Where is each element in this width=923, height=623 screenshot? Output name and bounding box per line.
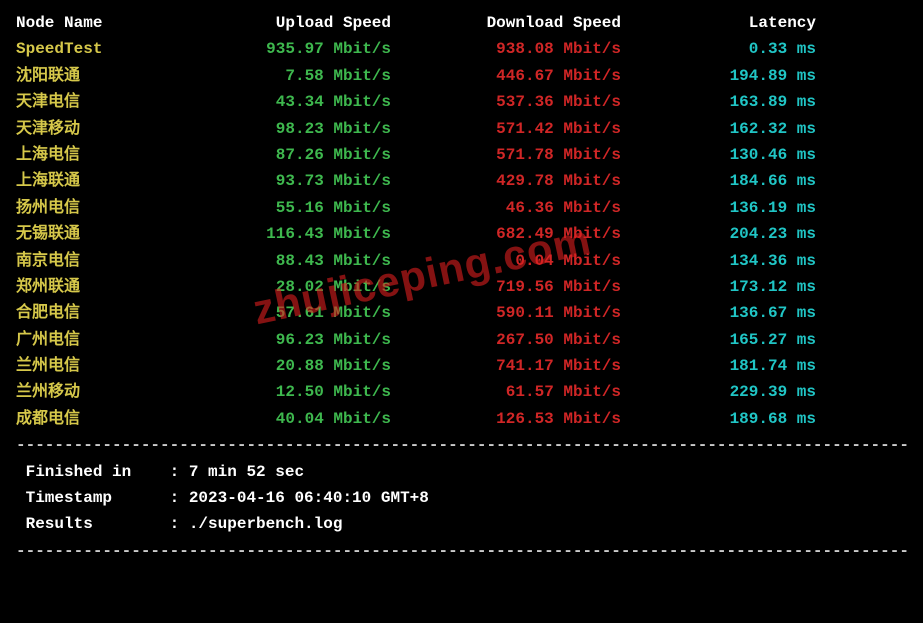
speedtest-row: SpeedTest 935.97 Mbit/s 938.08 Mbit/s 0.… <box>16 36 907 62</box>
table-row: 南京电信88.43 Mbit/s 0.04 Mbit/s 134.36 ms <box>16 248 907 274</box>
download-value: 590.11 Mbit/s <box>406 300 621 326</box>
node-name: 兰州移动 <box>16 379 176 405</box>
upload-value: 57.61 Mbit/s <box>176 300 391 326</box>
speedtest-upload: 935.97 Mbit/s <box>176 36 391 62</box>
results-label: Results : <box>16 515 189 533</box>
timestamp-value: 2023-04-16 06:40:10 GMT+8 <box>189 489 429 507</box>
download-value: 571.78 Mbit/s <box>406 142 621 168</box>
upload-value: 28.02 Mbit/s <box>176 274 391 300</box>
data-rows-container: 沈阳联通7.58 Mbit/s446.67 Mbit/s194.89 ms天津电… <box>16 63 907 432</box>
node-name: 沈阳联通 <box>16 63 176 89</box>
upload-value: 7.58 Mbit/s <box>176 63 391 89</box>
upload-value: 43.34 Mbit/s <box>176 89 391 115</box>
upload-value: 12.50 Mbit/s <box>176 379 391 405</box>
latency-value: 163.89 ms <box>676 89 816 115</box>
latency-value: 184.66 ms <box>676 168 816 194</box>
timestamp-label: Timestamp : <box>16 489 189 507</box>
latency-value: 173.12 ms <box>676 274 816 300</box>
footer-finished: Finished in : 7 min 52 sec <box>16 459 907 485</box>
header-upload: Upload Speed <box>176 10 391 36</box>
header-latency: Latency <box>676 10 816 36</box>
upload-value: 98.23 Mbit/s <box>176 116 391 142</box>
divider-top: ----------------------------------------… <box>16 432 907 458</box>
download-value: 61.57 Mbit/s <box>406 379 621 405</box>
table-row: 扬州电信55.16 Mbit/s 46.36 Mbit/s 136.19 ms <box>16 195 907 221</box>
download-value: 682.49 Mbit/s <box>406 221 621 247</box>
table-row: 合肥电信57.61 Mbit/s 590.11 Mbit/s 136.67 ms <box>16 300 907 326</box>
upload-value: 20.88 Mbit/s <box>176 353 391 379</box>
node-name: 郑州联通 <box>16 274 176 300</box>
node-name: 广州电信 <box>16 327 176 353</box>
node-name: 无锡联通 <box>16 221 176 247</box>
table-row: 天津移动98.23 Mbit/s 571.42 Mbit/s 162.32 ms <box>16 116 907 142</box>
footer-block: Finished in : 7 min 52 sec Timestamp : 2… <box>16 459 907 538</box>
footer-results: Results : ./superbench.log <box>16 511 907 537</box>
table-row: 天津电信43.34 Mbit/s 537.36 Mbit/s 163.89 ms <box>16 89 907 115</box>
results-value: ./superbench.log <box>189 515 343 533</box>
latency-value: 229.39 ms <box>676 379 816 405</box>
header-download: Download Speed <box>406 10 621 36</box>
download-value: 741.17 Mbit/s <box>406 353 621 379</box>
upload-value: 116.43 Mbit/s <box>176 221 391 247</box>
node-name: 天津移动 <box>16 116 176 142</box>
latency-value: 134.36 ms <box>676 248 816 274</box>
table-row: 沈阳联通7.58 Mbit/s 446.67 Mbit/s 194.89 ms <box>16 63 907 89</box>
table-row: 上海联通93.73 Mbit/s 429.78 Mbit/s 184.66 ms <box>16 168 907 194</box>
download-value: 537.36 Mbit/s <box>406 89 621 115</box>
table-row: 兰州电信20.88 Mbit/s 741.17 Mbit/s 181.74 ms <box>16 353 907 379</box>
upload-value: 87.26 Mbit/s <box>176 142 391 168</box>
node-name: 成都电信 <box>16 406 176 432</box>
upload-value: 88.43 Mbit/s <box>176 248 391 274</box>
download-value: 446.67 Mbit/s <box>406 63 621 89</box>
download-value: 571.42 Mbit/s <box>406 116 621 142</box>
finished-label: Finished in : <box>16 463 189 481</box>
speedtest-name: SpeedTest <box>16 36 176 62</box>
latency-value: 136.19 ms <box>676 195 816 221</box>
table-header: Node Name Upload Speed Download Speed La… <box>16 10 907 36</box>
table-row: 成都电信40.04 Mbit/s 126.53 Mbit/s 189.68 ms <box>16 406 907 432</box>
latency-value: 165.27 ms <box>676 327 816 353</box>
latency-value: 189.68 ms <box>676 406 816 432</box>
speedtest-download: 938.08 Mbit/s <box>406 36 621 62</box>
latency-value: 204.23 ms <box>676 221 816 247</box>
node-name: 南京电信 <box>16 248 176 274</box>
header-node: Node Name <box>16 10 176 36</box>
node-name: 上海电信 <box>16 142 176 168</box>
node-name: 扬州电信 <box>16 195 176 221</box>
latency-value: 194.89 ms <box>676 63 816 89</box>
divider-bottom: ----------------------------------------… <box>16 538 907 564</box>
table-row: 无锡联通116.43 Mbit/s 682.49 Mbit/s 204.23 ms <box>16 221 907 247</box>
upload-value: 93.73 Mbit/s <box>176 168 391 194</box>
download-value: 46.36 Mbit/s <box>406 195 621 221</box>
footer-timestamp: Timestamp : 2023-04-16 06:40:10 GMT+8 <box>16 485 907 511</box>
latency-value: 130.46 ms <box>676 142 816 168</box>
download-value: 267.50 Mbit/s <box>406 327 621 353</box>
node-name: 天津电信 <box>16 89 176 115</box>
upload-value: 96.23 Mbit/s <box>176 327 391 353</box>
download-value: 429.78 Mbit/s <box>406 168 621 194</box>
latency-value: 181.74 ms <box>676 353 816 379</box>
finished-value: 7 min 52 sec <box>189 463 304 481</box>
table-row: 郑州联通28.02 Mbit/s 719.56 Mbit/s 173.12 ms <box>16 274 907 300</box>
download-value: 0.04 Mbit/s <box>406 248 621 274</box>
latency-value: 162.32 ms <box>676 116 816 142</box>
node-name: 上海联通 <box>16 168 176 194</box>
node-name: 兰州电信 <box>16 353 176 379</box>
download-value: 126.53 Mbit/s <box>406 406 621 432</box>
upload-value: 40.04 Mbit/s <box>176 406 391 432</box>
speedtest-latency: 0.33 ms <box>676 36 816 62</box>
latency-value: 136.67 ms <box>676 300 816 326</box>
download-value: 719.56 Mbit/s <box>406 274 621 300</box>
table-row: 广州电信96.23 Mbit/s 267.50 Mbit/s 165.27 ms <box>16 327 907 353</box>
upload-value: 55.16 Mbit/s <box>176 195 391 221</box>
node-name: 合肥电信 <box>16 300 176 326</box>
table-row: 上海电信87.26 Mbit/s 571.78 Mbit/s 130.46 ms <box>16 142 907 168</box>
table-row: 兰州移动12.50 Mbit/s 61.57 Mbit/s 229.39 ms <box>16 379 907 405</box>
